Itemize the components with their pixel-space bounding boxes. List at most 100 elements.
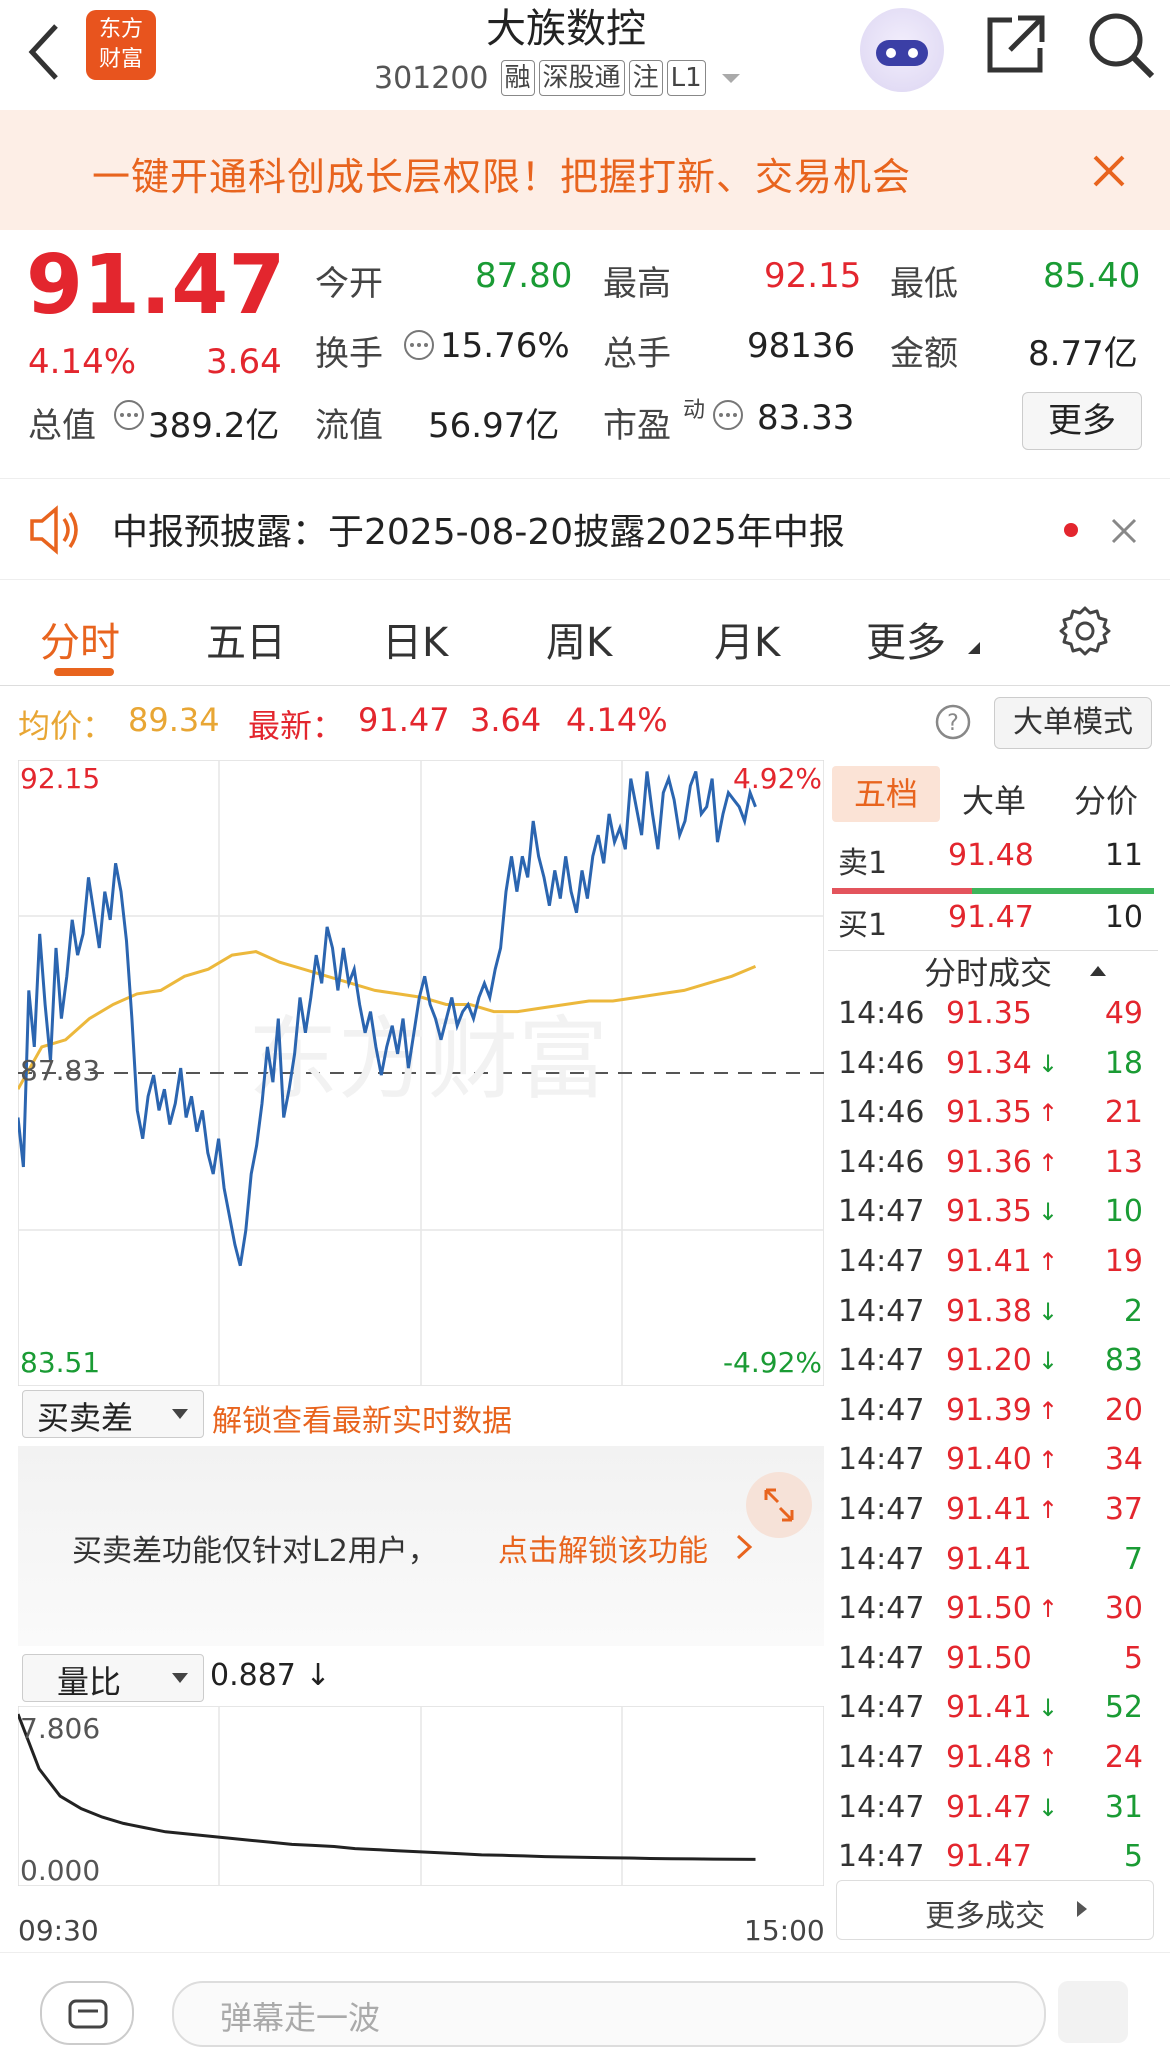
triangle-right-icon [1077,1901,1087,1917]
volume-ratio-chart[interactable]: 7.806 0.000 [18,1706,824,1886]
volume-ratio-dropdown[interactable]: 量比 [22,1654,204,1702]
stock-name: 大族数控 [486,6,646,52]
trade-volume: 13 [1104,1144,1143,1180]
comment-button[interactable] [40,1981,134,2045]
trade-direction: ↑ [1038,1496,1059,1524]
y-prev-close-label: 87.83 [20,1054,100,1087]
float-label: 流值 [315,406,383,446]
tab-weekly-k[interactable]: 周K [546,610,612,668]
sell-1-price: 91.48 [948,838,1034,873]
trade-row: 14:46 91.36 ↑ 13 [828,1145,1153,1194]
unlock-feature-link[interactable]: 点击解锁该功能 [498,1526,708,1570]
app-logo: 东方财富 [86,10,156,80]
low-value: 85.40 [1043,256,1141,296]
tab-five-day[interactable]: 五日 [206,610,286,668]
danmaku-toggle-button[interactable] [1058,1981,1128,2043]
triangle-up-icon[interactable] [1088,962,1108,978]
info-dots-icon[interactable] [112,398,146,432]
trade-row: 14:46 91.35 ↑ 21 [828,1095,1153,1144]
assistant-avatar[interactable] [860,8,944,92]
trade-row: 14:47 91.47 ↓ 31 [828,1790,1153,1839]
tab-five-levels[interactable]: 五档 [832,766,940,822]
close-icon[interactable] [1092,154,1126,188]
trade-price: 91.35 [946,1095,1032,1131]
trade-volume: 30 [1104,1591,1143,1627]
trades-title[interactable]: 分时成交 [924,948,1052,994]
promo-banner[interactable]: 一键开通科创成长层权限！把握打新、交易机会 [0,110,1170,230]
trade-direction: ↑ [1038,1396,1059,1425]
trade-time: 14:47 [838,1640,925,1676]
trade-direction: ↓ [1038,1694,1059,1723]
intraday-chart[interactable]: 东方财富 92.15 87.83 83.51 4.92% -4.92% [18,760,824,1386]
danmaku-input[interactable]: 弹幕走一波 [172,1981,1046,2047]
order-book-panel: 五档 大单 分价 卖1 91.48 11 买1 91.47 10 分时成交 14… [828,760,1170,1950]
trade-time: 14:47 [838,1690,925,1726]
trade-price: 91.36 [946,1144,1032,1180]
turnover-value: 15.76% [440,326,570,366]
trade-row: 14:47 91.41 ↓ 52 [828,1690,1153,1739]
avg-label: 均价： [18,707,115,745]
caret-down-icon[interactable] [718,68,748,88]
expand-button[interactable] [746,1472,812,1538]
trade-volume: 21 [1104,1095,1143,1131]
notice-bar[interactable]: 中报预披露：于2025-08-20披露2025年中报 [0,478,1170,580]
trade-time: 14:47 [838,1244,925,1279]
sell-1-label: 卖1 [838,846,888,881]
trade-volume: 5 [1123,1640,1143,1676]
logo-text: 东方财富 [98,17,143,72]
trade-volume: 37 [1104,1492,1143,1527]
svg-text:?: ? [947,711,959,736]
caret-down-icon [172,1409,188,1419]
help-icon[interactable]: ? [934,703,972,741]
search-icon[interactable] [1086,10,1156,80]
big-order-mode-button[interactable]: 大单模式 [994,697,1152,749]
price-bar: 均价： 89.34 最新： 91.47 3.64 4.14% ? 大单模式 [0,695,1170,755]
share-icon[interactable] [982,12,1048,78]
trade-price: 91.35 [946,996,1032,1031]
buy-1-qty: 10 [1104,900,1143,935]
close-icon[interactable] [1110,517,1138,545]
watermark: 东方财富 [248,1007,608,1112]
buysell-dropdown[interactable]: 买卖差 [22,1390,204,1438]
more-trades-button[interactable]: 更多成交 [836,1880,1154,1940]
trade-row: 14:47 91.40 ↑ 34 [828,1442,1153,1491]
change-amount: 3.64 [206,342,282,382]
locked-msg: 买卖差功能仅针对L2用户， [72,1534,438,1569]
trade-price: 91.50 [946,1591,1032,1627]
trade-price: 91.47 [946,1789,1032,1825]
turnover-label: 换手 [315,334,383,374]
trade-price: 91.34 [946,1045,1032,1081]
trade-row: 14:47 91.48 ↑ 24 [828,1740,1153,1789]
trade-time: 14:47 [838,1442,925,1478]
volume-value: 98136 [747,326,856,366]
trade-row: 14:47 91.20 ↓ 83 [828,1343,1153,1392]
buy-1-price: 91.47 [948,900,1034,935]
more-quote-button[interactable]: 更多 [1022,392,1142,450]
buysell-dropdown-label: 买卖差 [37,1399,134,1437]
trade-row: 14:47 91.41 ↑ 37 [828,1492,1153,1541]
triangle-down-icon[interactable] [964,638,982,656]
settings-icon[interactable] [1058,604,1112,658]
trade-price: 91.35 [946,1194,1032,1230]
trade-row: 14:47 91.38 ↓ 2 [828,1294,1153,1343]
last-price: 91.47 [26,238,286,333]
back-icon[interactable] [26,22,62,82]
trade-price: 91.47 [946,1839,1032,1875]
sell-1-qty: 11 [1104,838,1143,873]
tab-price-dist[interactable]: 分价 [1074,776,1138,822]
trade-time: 14:47 [838,1392,925,1428]
unlock-realtime-link[interactable]: 解锁查看最新实时数据 [212,1396,512,1440]
info-dots-icon[interactable] [402,328,436,362]
notice-text: 中报预披露：于2025-08-20披露2025年中报 [112,512,845,553]
volume-ratio-dropdown-label: 量比 [57,1663,122,1701]
tab-intraday[interactable]: 分时 [40,610,120,668]
tab-more[interactable]: 更多 [866,610,946,668]
tab-daily-k[interactable]: 日K [382,610,448,668]
tab-monthly-k[interactable]: 月K [714,610,780,668]
info-dots-icon[interactable] [711,398,745,432]
volume-ratio-value: 0.887 ↓ [210,1658,331,1693]
trade-direction: ↓ [1038,1347,1059,1376]
stock-code: 301200 [374,60,489,96]
tab-big-orders[interactable]: 大单 [962,776,1026,822]
comment-icon [68,1999,108,2029]
